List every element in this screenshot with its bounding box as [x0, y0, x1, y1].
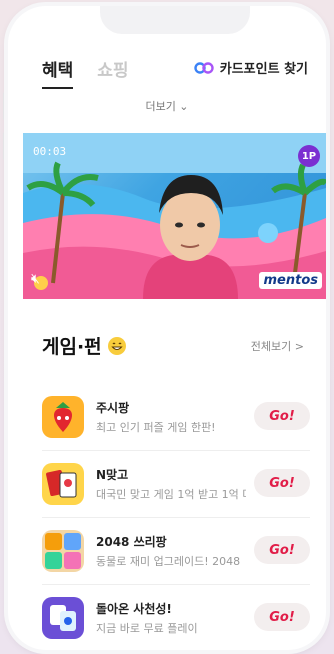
animal-blocks-icon	[42, 530, 84, 572]
games-section-title: 게임·펀	[42, 332, 126, 359]
volume-down-button[interactable]	[3, 132, 7, 160]
more-button[interactable]: 더보기 ⌄	[8, 98, 326, 114]
list-item[interactable]: 주시팡 최고 인기 퍼즐 게임 한판! Go!	[42, 384, 310, 451]
video-time: 00:03	[33, 145, 67, 158]
video-ad-banner[interactable]: 00:03 1P 🔇︎ mentos	[23, 133, 326, 299]
game-desc: 동물로 재미 업그레이드! 2048	[96, 555, 241, 568]
strawberry-icon	[42, 396, 84, 438]
go-button[interactable]: Go!	[254, 536, 310, 564]
card-point-find-label: 카드포인트 찾기	[219, 62, 308, 77]
go-button[interactable]: Go!	[254, 402, 310, 430]
points-badge: 1P	[298, 145, 320, 167]
game-desc: 대국민 맞고 게임 1억 받고 1억 더!	[96, 488, 246, 501]
top-tabs: 혜택 쇼핑	[42, 56, 129, 89]
go-button[interactable]: Go!	[254, 469, 310, 497]
mahjong-icon	[42, 597, 84, 639]
list-item[interactable]: N맞고 대국민 맞고 게임 1억 받고 1억 더! Go!	[42, 451, 310, 518]
tab-shopping[interactable]: 쇼핑	[97, 56, 128, 89]
phone-frame: 혜택 쇼핑 카드포인트 찾기 더보기 ⌄ 00:03 1P 🔇︎ mentos …	[8, 6, 326, 650]
card-point-find-link[interactable]: 카드포인트 찾기	[194, 58, 308, 77]
game-desc: 최고 인기 퍼즐 게임 한판!	[96, 421, 216, 434]
cards-icon	[42, 463, 84, 505]
list-item[interactable]: 돌아온 사천성! 지금 바로 무료 플레이 Go!	[42, 585, 310, 650]
list-item[interactable]: 2048 쓰리팡 동물로 재미 업그레이드! 2048 Go!	[42, 518, 310, 585]
see-all-link[interactable]: 전체보기 >	[251, 338, 304, 354]
games-list: 주시팡 최고 인기 퍼즐 게임 한판! Go! N맞고 대국민 맞고 게임 1억…	[42, 384, 310, 650]
go-button[interactable]: Go!	[254, 603, 310, 631]
games-title-text: 게임·펀	[42, 336, 102, 358]
tab-benefits[interactable]: 혜택	[42, 56, 74, 89]
grin-emoji-icon	[107, 336, 126, 355]
game-desc: 지금 바로 무료 플레이	[96, 622, 198, 635]
volume-up-button[interactable]	[3, 92, 7, 120]
mute-icon[interactable]: 🔇︎	[31, 271, 40, 287]
brand-logo: mentos	[259, 272, 322, 289]
phone-notch	[100, 6, 250, 34]
link-chain-icon	[194, 61, 214, 74]
